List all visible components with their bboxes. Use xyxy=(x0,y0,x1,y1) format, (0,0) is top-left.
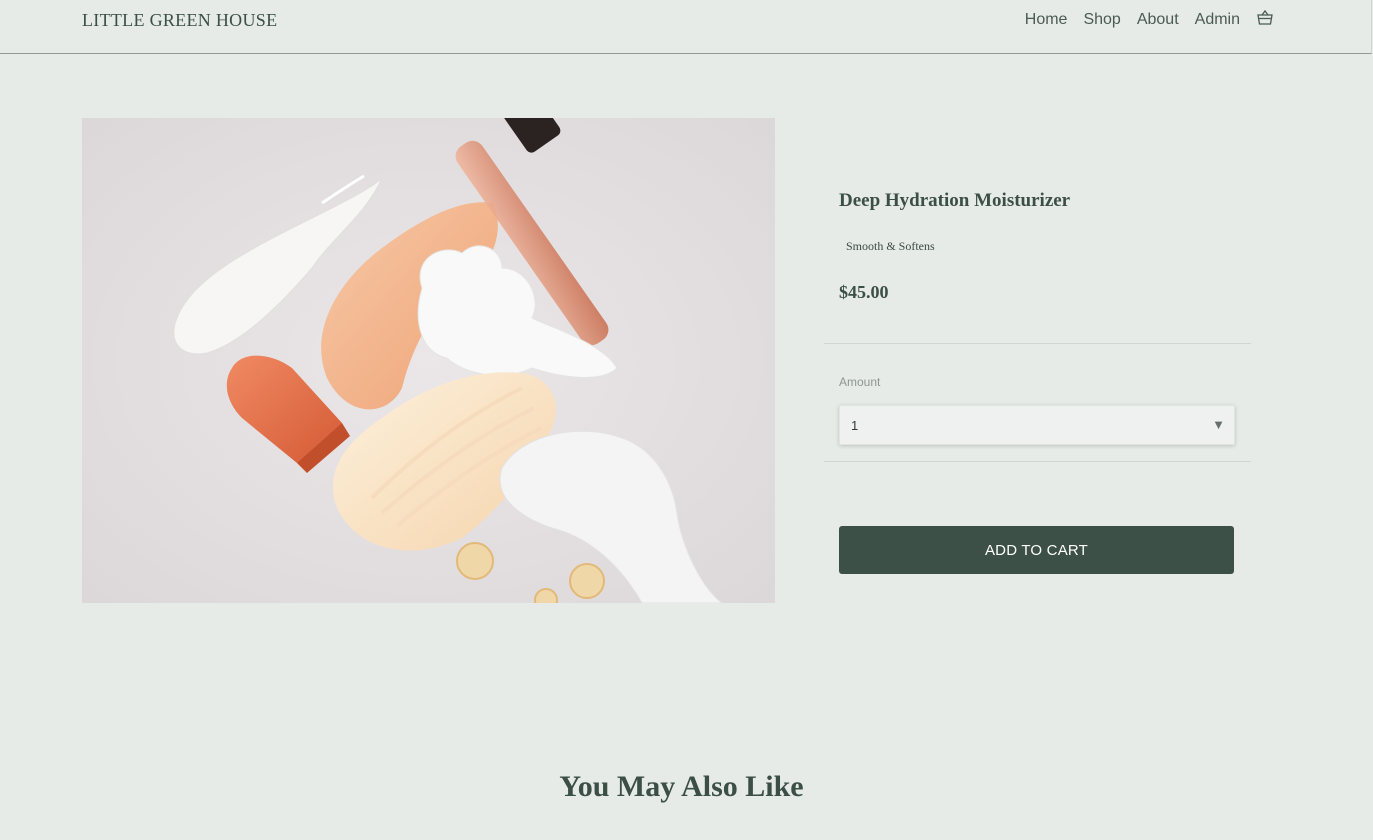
amount-select[interactable]: 1 ▼ xyxy=(839,405,1235,445)
related-heading: You May Also Like xyxy=(559,770,804,803)
product-title: Deep Hydration Moisturizer xyxy=(839,190,1071,211)
divider xyxy=(824,461,1251,462)
nav-link-about[interactable]: About xyxy=(1137,11,1179,29)
brand-logo[interactable]: LITTLE GREEN HOUSE xyxy=(82,10,277,31)
add-to-cart-button[interactable]: ADD TO CART xyxy=(839,526,1234,574)
main-nav: Home Shop About Admin xyxy=(1009,9,1274,29)
nav-link-home[interactable]: Home xyxy=(1025,11,1068,29)
nav-link-shop[interactable]: Shop xyxy=(1083,11,1120,29)
nav-link-admin[interactable]: Admin xyxy=(1195,11,1240,29)
divider xyxy=(824,343,1251,344)
product-price: $45.00 xyxy=(839,282,889,302)
amount-value: 1 xyxy=(851,418,859,433)
site-header: LITTLE GREEN HOUSE Home Shop About Admin xyxy=(0,0,1372,54)
basket-icon[interactable] xyxy=(1256,9,1274,27)
amount-label: Amount xyxy=(839,375,881,389)
chevron-down-icon: ▼ xyxy=(1212,417,1225,432)
product-image xyxy=(82,118,775,603)
product-tagline: Smooth & Softens xyxy=(846,239,935,253)
